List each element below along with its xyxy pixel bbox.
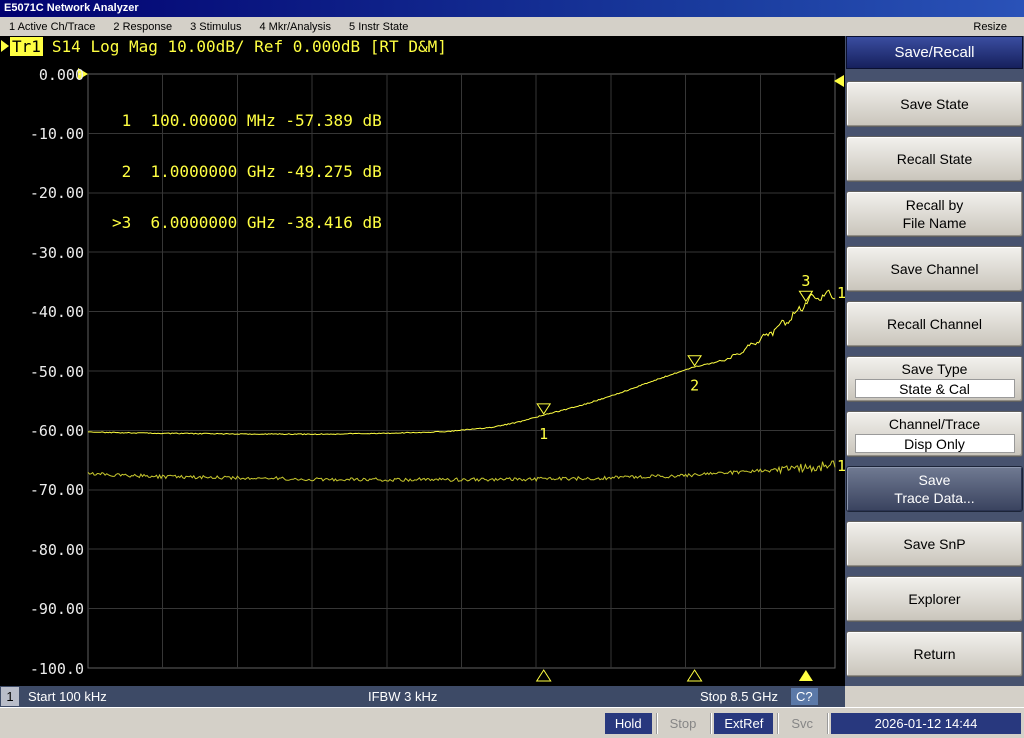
softkey-menu-title-label: Save/Recall <box>894 44 975 61</box>
menu-response[interactable]: 2 Response <box>104 21 181 33</box>
softkey-label: Save Type <box>901 361 968 377</box>
y-axis-label-8: -80.00 <box>29 541 84 559</box>
ifbw-readout: IFBW 3 kHz <box>368 689 438 704</box>
window-title: E5071C Network Analyzer <box>4 2 139 14</box>
trace-1-end-label: 1 <box>837 284 845 302</box>
softkey-save-type[interactable]: Save Type State & Cal <box>846 356 1023 402</box>
menu-active-ch-trace[interactable]: 1 Active Ch/Trace <box>0 21 104 33</box>
sweep-start-readout: Start 100 kHz <box>28 689 107 704</box>
marker-3-number: 3 <box>801 272 810 290</box>
softkey-recall-channel[interactable]: Recall Channel <box>846 301 1023 347</box>
softkey-label: Return <box>913 646 956 662</box>
sweep-stop-readout: Stop 8.5 GHz <box>700 689 779 704</box>
date-time-readout: 2026-01-12 14:44 <box>831 712 1021 734</box>
marker-1-stimulus-indicator <box>535 669 552 682</box>
marker-1-symbol <box>536 403 552 415</box>
softkey-label: Explorer <box>908 591 961 607</box>
menu-mkr-analysis[interactable]: 4 Mkr/Analysis <box>250 21 340 33</box>
y-axis-label-0: 0.000 <box>38 66 84 84</box>
status-separator <box>827 712 829 734</box>
marker-row-1: 1 100.00000 MHz -57.389 dB <box>112 111 382 130</box>
marker-2-stimulus-indicator <box>686 669 703 682</box>
softkey-label: Recall Channel <box>887 316 982 332</box>
marker-2-number: 2 <box>690 377 699 395</box>
marker-row-3: >3 6.0000000 GHz -38.416 dB <box>112 213 382 232</box>
y-axis-label-10: -100.0 <box>29 660 84 678</box>
marker-row-2: 2 1.0000000 GHz -49.275 dB <box>112 162 382 181</box>
extref-indicator: ExtRef <box>714 712 774 734</box>
softkey-label: Save Channel <box>890 261 979 277</box>
y-axis-label-1: -10.00 <box>29 125 84 143</box>
y-axis-label-7: -70.00 <box>29 481 84 499</box>
softkey-label-line2: File Name <box>902 215 967 231</box>
softkey-save-state[interactable]: Save State <box>846 81 1023 127</box>
softkey-save-channel[interactable]: Save Channel <box>846 246 1023 292</box>
softkey-channel-trace-value: Disp Only <box>854 434 1015 453</box>
softkey-label: Recall State <box>896 151 973 167</box>
menu-resize[interactable]: Resize <box>964 21 1016 33</box>
trace-status-line: Tr1 S14 Log Mag 10.00dB/ Ref 0.000dB [RT… <box>1 36 447 56</box>
y-axis-label-9: -90.00 <box>29 600 84 618</box>
measurement-display: 1 1 1 2 3 Tr1 S14 Log Mag 10.00dB/ Ref 0.0… <box>0 36 845 686</box>
marker-2-symbol <box>687 355 703 367</box>
softkey-label: Save <box>918 472 951 488</box>
softkey-return[interactable]: Return <box>846 631 1023 677</box>
trace-2-end-label: 1 <box>837 457 845 475</box>
softkey-menu-title: Save/Recall <box>846 36 1023 69</box>
softkey-save-type-value: State & Cal <box>854 379 1015 398</box>
status-separator <box>777 712 780 734</box>
y-axis-label-4: -40.00 <box>29 303 84 321</box>
marker-readout-table: 1 100.00000 MHz -57.389 dB 2 1.0000000 G… <box>112 78 382 265</box>
svc-indicator: Svc <box>791 715 813 731</box>
softkey-save-snp[interactable]: Save SnP <box>846 521 1023 567</box>
window-title-bar: E5071C Network Analyzer <box>0 0 1024 17</box>
softkey-menu: Save/Recall Save State Recall State Reca… <box>845 36 1024 686</box>
y-axis-label-2: -20.00 <box>29 184 84 202</box>
active-trace-arrow-icon <box>1 40 9 52</box>
trace-settings-text: S14 Log Mag 10.00dB/ Ref 0.000dB [RT D&M… <box>51 36 447 56</box>
y-axis-label-3: -30.00 <box>29 244 84 262</box>
marker-3-stimulus-indicator <box>798 670 813 681</box>
cal-status-badge: C? <box>791 688 818 705</box>
softkey-recall-state[interactable]: Recall State <box>846 136 1023 182</box>
softkey-channel-trace[interactable]: Channel/Trace Disp Only <box>846 411 1023 457</box>
marker-3-symbol <box>798 290 814 303</box>
menu-instr-state[interactable]: 5 Instr State <box>340 21 417 33</box>
softkey-save-trace-data[interactable]: Save Trace Data... <box>846 466 1023 512</box>
channel-status-bar: 1 Start 100 kHz IFBW 3 kHz Stop 8.5 GHz … <box>0 686 845 707</box>
status-separator <box>710 712 713 734</box>
channel-number-badge: 1 <box>1 687 19 706</box>
trigger-hold-indicator: Hold <box>604 712 652 734</box>
menu-bar: 1 Active Ch/Trace 2 Response 3 Stimulus … <box>0 17 1024 36</box>
softkey-label-line2: Trace Data... <box>894 490 975 506</box>
softkey-label: Channel/Trace <box>888 416 981 432</box>
trace-1-badge[interactable]: Tr1 <box>10 36 43 56</box>
softkey-label: Save SnP <box>903 536 966 552</box>
y-axis-label-5: -50.00 <box>29 363 84 381</box>
softkey-label: Recall by <box>905 197 964 213</box>
y-axis-label-6: -60.00 <box>29 422 84 440</box>
marker-1-number: 1 <box>539 425 548 443</box>
menu-stimulus[interactable]: 3 Stimulus <box>181 21 250 33</box>
sweep-stop-indicator: Stop <box>669 715 697 731</box>
instrument-status-bar: Hold Stop ExtRef Svc 2026-01-12 14:44 <box>0 707 1024 738</box>
status-separator <box>655 712 658 734</box>
softkey-recall-by-file-name[interactable]: Recall by File Name <box>846 191 1023 237</box>
softkey-label: Save State <box>900 96 969 112</box>
softkey-explorer[interactable]: Explorer <box>846 576 1023 622</box>
